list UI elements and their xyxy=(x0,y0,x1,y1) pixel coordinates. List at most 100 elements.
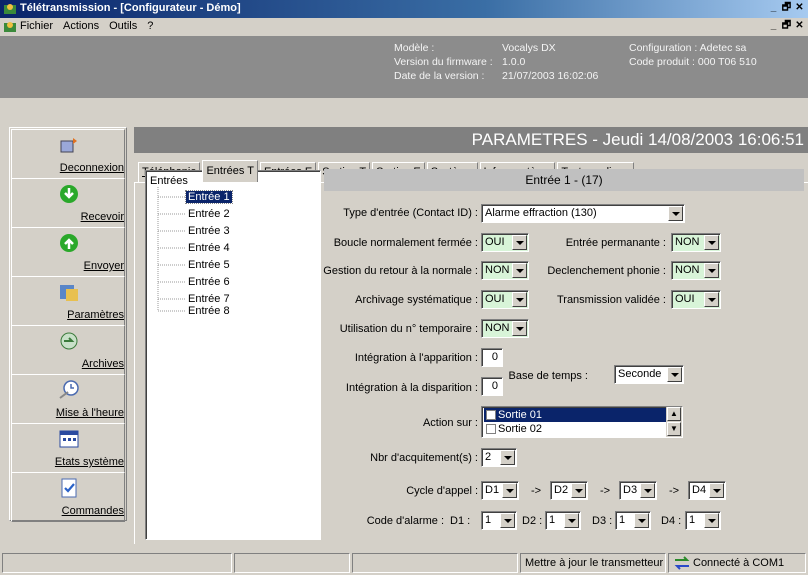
doc-minimize-button[interactable]: _ xyxy=(767,20,780,33)
type-select[interactable]: Alarme effraction (130) xyxy=(481,204,685,223)
chevron-down-icon[interactable] xyxy=(634,513,649,528)
clock-icon xyxy=(58,379,80,401)
alarm-d2-select[interactable]: 1 xyxy=(545,511,581,530)
menu-outils[interactable]: Outils xyxy=(109,20,137,32)
chevron-down-icon[interactable] xyxy=(704,292,719,307)
chevron-down-icon[interactable] xyxy=(512,263,527,278)
alarm-d3-select[interactable]: 1 xyxy=(615,511,651,530)
device-info-bar: Modèle : Version du firmware : Date de l… xyxy=(0,36,808,98)
acquit-select[interactable]: 2 xyxy=(481,448,517,467)
config-value: Adetec sa xyxy=(699,42,747,54)
doc-close-button[interactable]: ✕ xyxy=(793,20,806,33)
update-transmitter-status[interactable]: Mettre à jour le transmetteur xyxy=(520,553,666,573)
model-label: Modèle : xyxy=(394,42,435,54)
product-value: 000 T06 510 xyxy=(697,56,757,68)
chevron-down-icon[interactable] xyxy=(704,235,719,250)
nav-envoyer-button[interactable]: Envoyer xyxy=(11,227,125,277)
alarm-d4-select[interactable]: 1 xyxy=(685,511,721,530)
listbox-scrollbar[interactable]: ▲ ▼ xyxy=(666,407,682,437)
boucle-select[interactable]: OUI xyxy=(481,233,529,252)
tree-item-entree-6[interactable]: Entrée 6 xyxy=(188,276,230,288)
tree-root[interactable]: Entrées xyxy=(150,175,188,187)
tree-item-entree-8[interactable]: Entrée 8 xyxy=(188,305,230,317)
nav-commandes-button[interactable]: Commandes xyxy=(11,472,125,522)
firmware-label: Version du firmware : xyxy=(394,56,493,68)
alarm-d4-label: D4 : xyxy=(661,515,682,527)
firmware-value: 1.0.0 xyxy=(502,56,526,68)
nav-mise-a-lheure-button[interactable]: Mise à l'heure xyxy=(11,374,125,424)
close-button[interactable]: ✕ xyxy=(793,2,806,15)
chevron-down-icon[interactable] xyxy=(564,513,579,528)
tab-entrees-t[interactable]: Entrées T xyxy=(202,160,258,182)
retour-select[interactable]: NON xyxy=(481,261,529,280)
chevron-down-icon[interactable] xyxy=(500,513,515,528)
title-bar[interactable]: Télétransmission - [Configurateur - Démo… xyxy=(0,0,808,18)
chevron-down-icon[interactable] xyxy=(709,483,724,498)
app-icon xyxy=(3,2,17,16)
scroll-down-icon[interactable]: ▼ xyxy=(667,422,681,436)
cycle-arrow: -> xyxy=(600,485,611,497)
checkbox-icon[interactable] xyxy=(486,410,496,420)
minimize-button[interactable]: _ xyxy=(767,2,780,15)
connection-status: Connecté à COM1 xyxy=(668,553,806,573)
status-panel xyxy=(2,553,232,573)
nav-etats-systeme-button[interactable]: Etats système xyxy=(11,423,125,473)
chevron-down-icon[interactable] xyxy=(640,483,655,498)
tree-item-entree-2[interactable]: Entrée 2 xyxy=(188,208,230,220)
scroll-up-icon[interactable]: ▲ xyxy=(667,407,681,421)
chevron-down-icon[interactable] xyxy=(512,321,527,336)
permanente-select[interactable]: NON xyxy=(671,233,721,252)
archivage-select[interactable]: OUI xyxy=(481,290,529,309)
permanente-label: Entrée permanante : xyxy=(565,237,666,249)
menu-help[interactable]: ? xyxy=(147,20,153,32)
menu-actions[interactable]: Actions xyxy=(63,20,99,32)
transmission-label: Transmission validée : xyxy=(556,294,666,306)
action-listbox[interactable]: Sortie 01 Sortie 02 ▲ ▼ xyxy=(481,406,683,438)
chevron-down-icon[interactable] xyxy=(512,292,527,307)
cycle-d1-select[interactable]: D1 xyxy=(481,481,519,500)
status-panel xyxy=(352,553,518,573)
nav-parametres-button[interactable]: Paramètres xyxy=(11,276,125,326)
cycle-d2-select[interactable]: D2 xyxy=(550,481,588,500)
base-temps-select[interactable]: Seconde xyxy=(614,365,684,384)
checkbox-icon[interactable] xyxy=(486,424,496,434)
nav-recevoir-button[interactable]: Recevoir xyxy=(11,178,125,228)
nav-archives-button[interactable]: Archives xyxy=(11,325,125,375)
chevron-down-icon[interactable] xyxy=(500,450,515,465)
alarm-d1-select[interactable]: 1 xyxy=(481,511,517,530)
tree-item-entree-3[interactable]: Entrée 3 xyxy=(188,225,230,237)
acquit-label: Nbr d'acquitement(s) : xyxy=(370,452,478,464)
doc-restore-button[interactable]: 🗗 xyxy=(780,20,793,33)
phonie-select[interactable]: NON xyxy=(671,261,721,280)
disparition-input[interactable]: 0 xyxy=(481,377,503,396)
window-title: Télétransmission - [Configurateur - Démo… xyxy=(20,2,241,14)
chevron-down-icon[interactable] xyxy=(571,483,586,498)
down-arrow-circle-icon xyxy=(58,183,80,205)
cycle-d3-select[interactable]: D3 xyxy=(619,481,657,500)
chevron-down-icon[interactable] xyxy=(667,367,682,382)
tree-item-entree-4[interactable]: Entrée 4 xyxy=(188,242,230,254)
chevron-down-icon[interactable] xyxy=(704,263,719,278)
model-value: Vocalys DX xyxy=(502,42,556,54)
apparition-input[interactable]: 0 xyxy=(481,348,503,367)
apparition-label: Intégration à l'apparition : xyxy=(354,352,478,364)
maximize-button[interactable]: 🗗 xyxy=(780,2,793,15)
chevron-down-icon[interactable] xyxy=(502,483,517,498)
list-item[interactable]: Sortie 02 xyxy=(484,422,666,436)
transmission-select[interactable]: OUI xyxy=(671,290,721,309)
temporaire-select[interactable]: NON xyxy=(481,319,529,338)
tree-item-entree-5[interactable]: Entrée 5 xyxy=(188,259,230,271)
document-icon[interactable] xyxy=(3,20,17,34)
menu-fichier[interactable]: Fichier xyxy=(20,20,53,32)
chevron-down-icon[interactable] xyxy=(668,206,683,221)
list-item[interactable]: Sortie 01 xyxy=(484,408,666,422)
chevron-down-icon[interactable] xyxy=(704,513,719,528)
status-panel xyxy=(234,553,350,573)
tree-item-entree-1[interactable]: Entrée 1 xyxy=(185,190,233,204)
cycle-d4-select[interactable]: D4 xyxy=(688,481,726,500)
alarm-d1-label: D1 : xyxy=(450,515,471,527)
nav-deconnexion-button[interactable]: Deconnexion xyxy=(11,129,125,179)
chevron-down-icon[interactable] xyxy=(512,235,527,250)
tree-item-entree-7[interactable]: Entrée 7 xyxy=(188,293,230,305)
inputs-tree[interactable]: Entrées Entrée 1 Entrée 2 Entrée 3 Entré… xyxy=(145,170,321,540)
